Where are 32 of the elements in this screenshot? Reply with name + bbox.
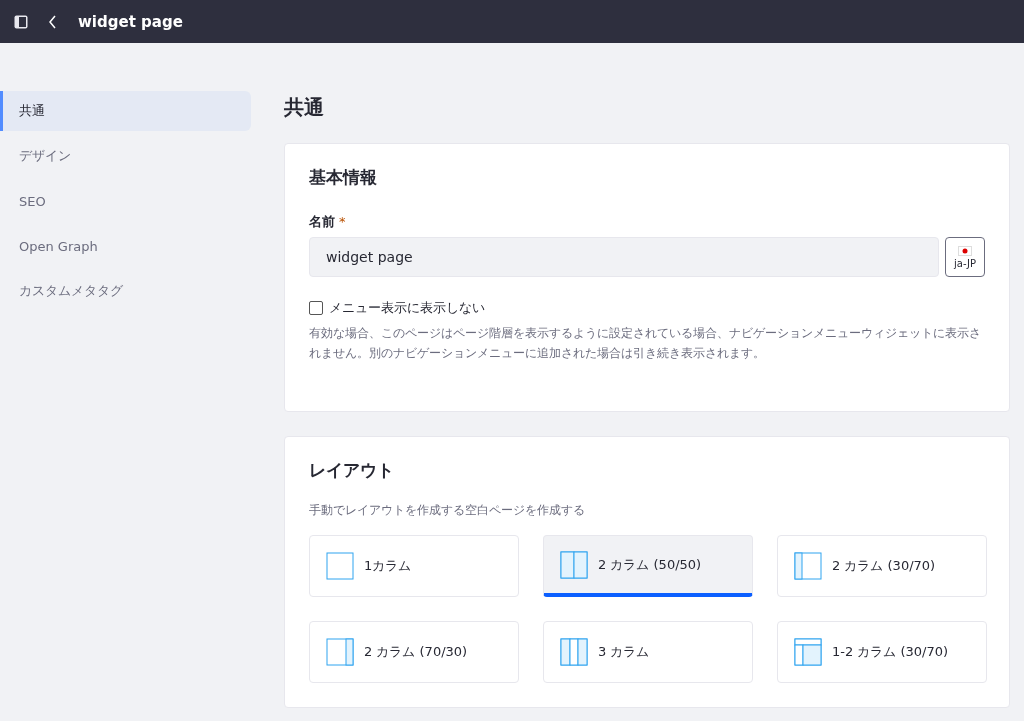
sidebar-item[interactable]: デザイン <box>0 136 251 176</box>
column-layout-icon <box>794 638 822 666</box>
required-mark: * <box>339 214 346 229</box>
checkbox-label: メニュー表示に表示しない <box>329 299 485 317</box>
sidebar-item[interactable]: カスタムメタタグ <box>0 271 251 311</box>
checkbox[interactable] <box>309 301 323 315</box>
card-heading: 基本情報 <box>309 166 378 189</box>
column-layout-icon <box>326 638 354 666</box>
section-title: 共通 <box>284 94 325 121</box>
sidebar-item[interactable]: 共通 <box>0 91 251 131</box>
layout-option[interactable]: 3 カラム <box>543 621 753 683</box>
sidebar-item[interactable]: Open Graph <box>0 226 251 266</box>
column-layout-icon <box>326 552 354 580</box>
sidebar-item[interactable]: SEO <box>0 181 251 221</box>
layout-option[interactable]: 2 カラム (30/70) <box>777 535 987 597</box>
field-label: 名前 <box>309 214 335 229</box>
layout-option[interactable]: 2 カラム (50/50) <box>543 535 753 597</box>
layout-option[interactable]: 1カラム <box>309 535 519 597</box>
column-layout-icon <box>560 550 588 579</box>
layout-option[interactable]: 2 カラム (70/30) <box>309 621 519 683</box>
layout-option[interactable]: 1-2 カラム (30/70) <box>777 621 987 683</box>
locale-button[interactable]: ja-JP <box>945 237 985 277</box>
name-input[interactable]: widget page <box>309 237 939 277</box>
flag-icon <box>958 245 972 256</box>
column-layout-icon <box>560 638 588 666</box>
card-heading: レイアウト <box>309 459 395 482</box>
sidebar-toggle-icon[interactable] <box>14 14 28 29</box>
column-layout-icon <box>794 552 822 580</box>
help-text: 有効な場合、このページはページ階層を表示するように設定されている場合、ナビゲーションメニューウィジェットに表示されません。別のナビゲーションメニューに追加された場合は引き続き表示されます。 <box>309 325 982 362</box>
page-title: widget page <box>78 12 183 31</box>
description-text: 手動でレイアウトを作成する空白ページを作成する <box>309 502 586 519</box>
back-icon[interactable] <box>48 14 58 29</box>
